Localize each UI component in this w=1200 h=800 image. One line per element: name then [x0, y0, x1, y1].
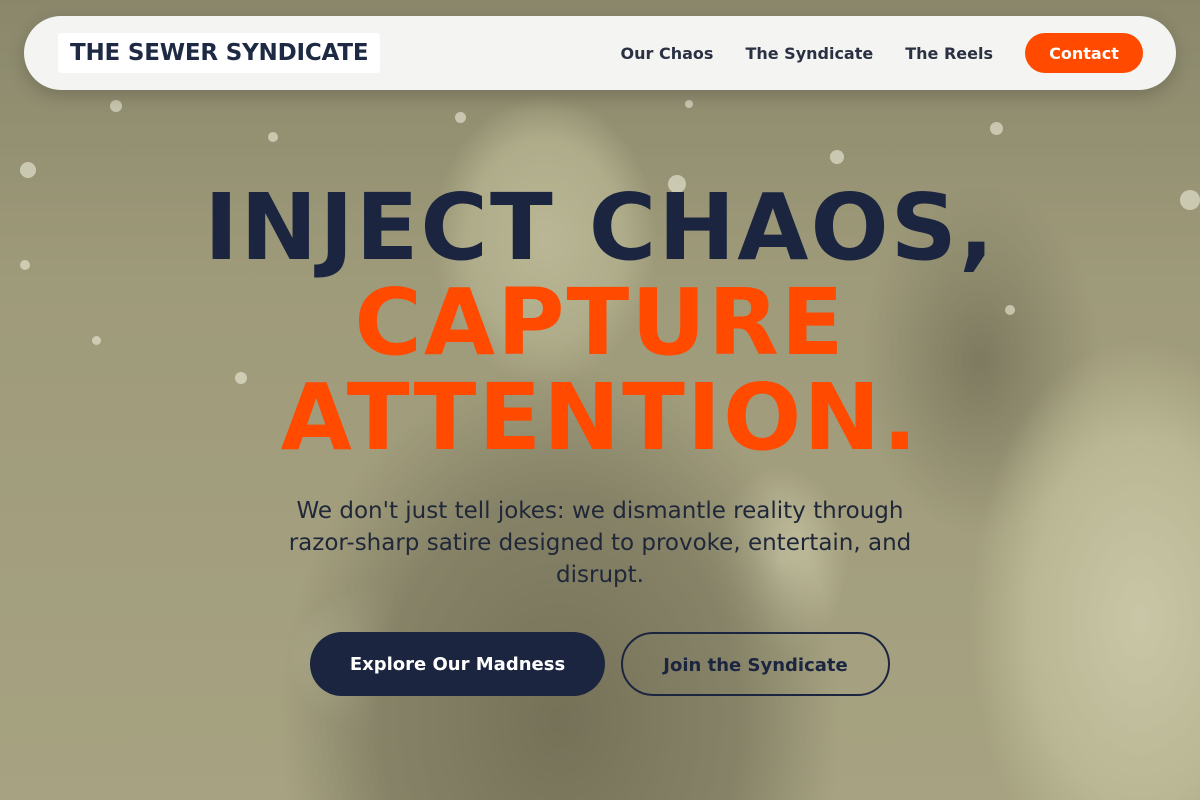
nav-link-the-syndicate[interactable]: The Syndicate	[745, 44, 873, 63]
hero-subtitle: We don't just tell jokes: we dismantle r…	[288, 498, 912, 588]
nav-link-the-reels[interactable]: The Reels	[905, 44, 993, 63]
nav-links: Our Chaos The Syndicate The Reels	[621, 16, 993, 90]
nav-link-our-chaos[interactable]: Our Chaos	[621, 44, 714, 63]
headline-line-1: INJECT CHAOS,	[204, 174, 996, 281]
hero-buttons: Explore Our Madness Join the Syndicate	[0, 632, 1200, 696]
hero-section: INJECT CHAOS, CAPTURE ATTENTION. We don'…	[0, 180, 1200, 591]
site-logo[interactable]: THE SEWER SYNDICATE	[58, 33, 381, 73]
headline-line-2: CAPTURE	[354, 269, 846, 376]
explore-button[interactable]: Explore Our Madness	[310, 632, 605, 696]
join-button[interactable]: Join the Syndicate	[621, 632, 890, 696]
hero-headline: INJECT CHAOS, CAPTURE ATTENTION.	[0, 180, 1200, 465]
navbar: THE SEWER SYNDICATE Our Chaos The Syndic…	[24, 16, 1176, 90]
headline-line-3: ATTENTION.	[280, 364, 920, 471]
contact-button[interactable]: Contact	[1025, 33, 1143, 73]
